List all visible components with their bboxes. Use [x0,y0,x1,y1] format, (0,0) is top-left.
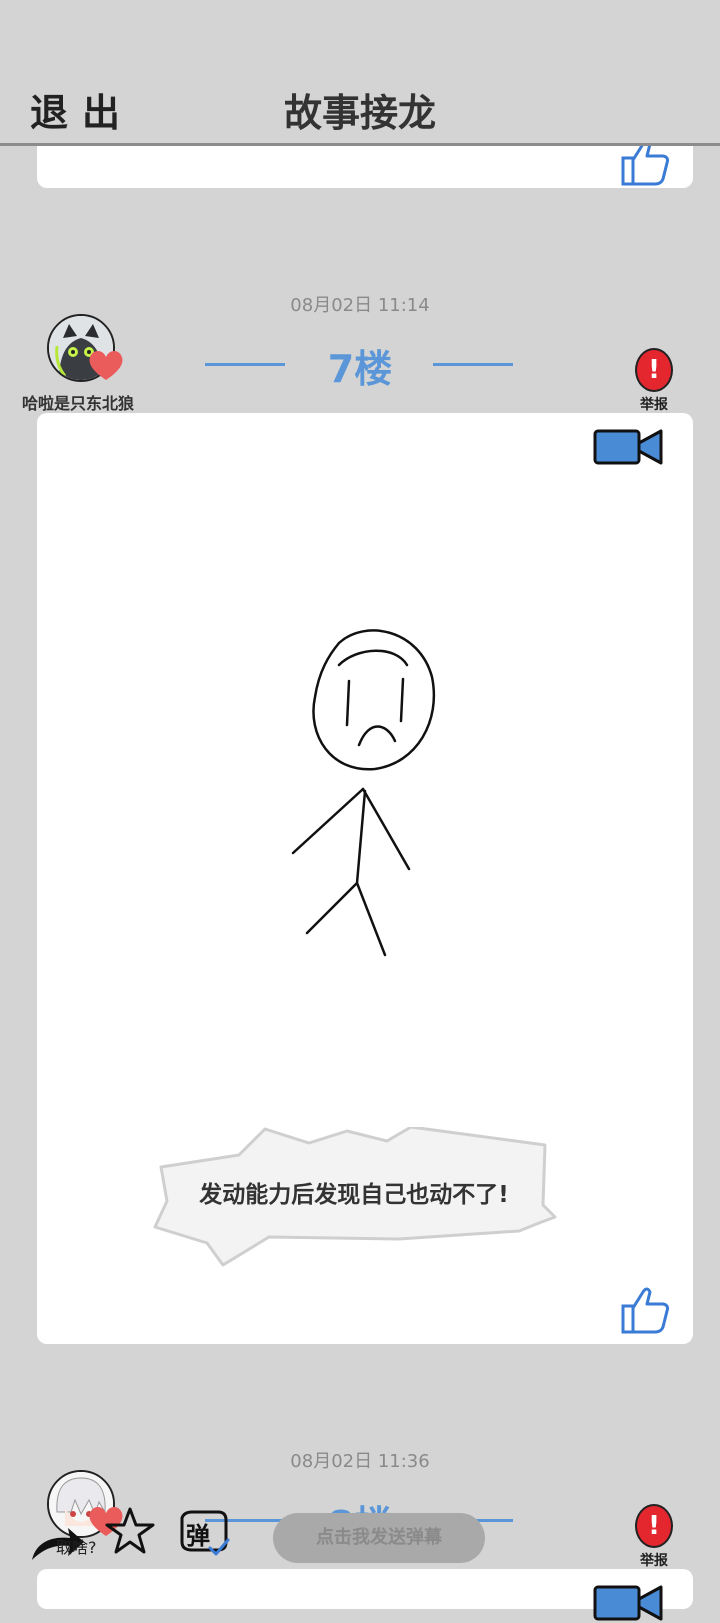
quhe-label[interactable]: 取啥? [56,1534,97,1558]
floor-number: 7楼 [327,347,393,391]
post-timestamp: 08月02日 11:14 [290,295,430,316]
report-label: 举报 [640,397,668,413]
page-title: 故事接龙 [283,91,436,135]
like-thumb-icon[interactable] [617,1280,673,1336]
video-camera-icon[interactable] [593,427,665,467]
video-camera-icon[interactable] [593,1583,665,1623]
post-card [37,1569,693,1621]
post-timestamp: 08月02日 11:36 [290,1451,430,1472]
star-icon[interactable] [104,1506,156,1556]
top-bar: 退出 故事接龙 [0,0,720,146]
report-button[interactable]: ! 举报 [629,348,679,414]
caption-text: 发动能力后发现自己也动不了! [199,1182,509,1208]
floor-divider-right [433,363,513,366]
bottom-action-bar: 取啥? 弹 点击我发送弹幕 [0,1480,720,1570]
danmu-toggle-label: 弹 [186,1522,210,1550]
caption-bubble: 发动能力后发现自己也动不了! [149,1127,559,1272]
exclamation-icon: ! [635,348,673,392]
post-card: 发动能力后发现自己也动不了! [37,413,693,1344]
stick-figure-drawing [291,629,436,957]
danmu-toggle-button[interactable]: 弹 [176,1510,232,1558]
danmu-input[interactable]: 点击我发送弹幕 [273,1513,485,1563]
post-username[interactable]: 哈啦是只东北狼 [22,390,134,414]
